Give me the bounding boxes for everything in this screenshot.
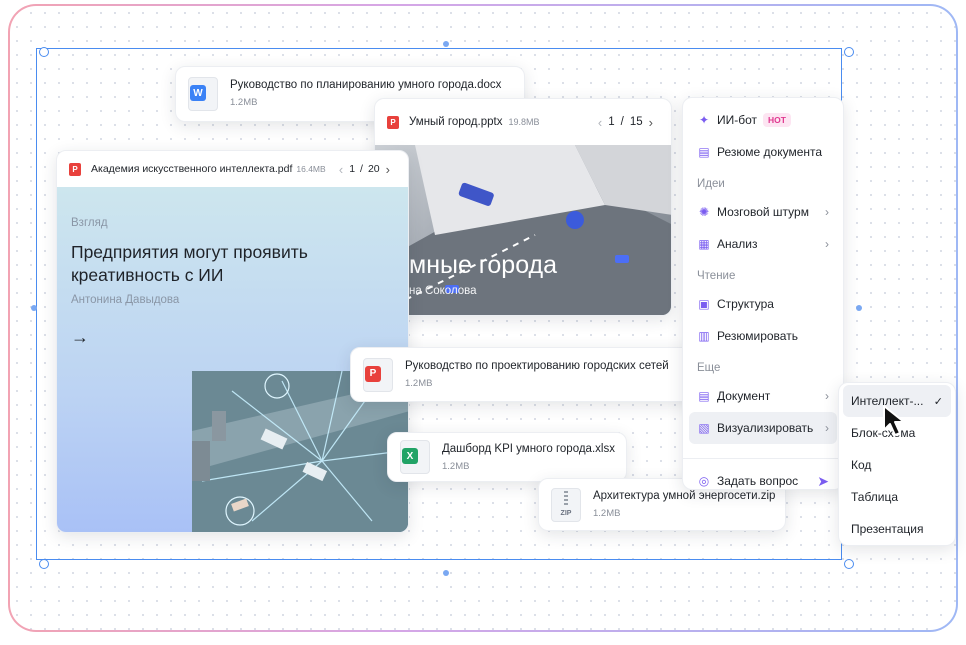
file-card-pdf[interactable]: P Руководство по проектированию городски… [350, 347, 695, 402]
submenu-item-code[interactable]: Код [843, 449, 951, 481]
prev-page-icon[interactable]: ‹ [592, 115, 608, 130]
menu-item-summary[interactable]: ▤ Резюме документа [689, 136, 837, 168]
slide-title: мные города [409, 251, 558, 279]
analysis-icon: ▦ [698, 237, 710, 251]
handle-left-middle[interactable] [31, 305, 37, 311]
pager: ‹ 1 / 15 › [592, 115, 659, 130]
file-card-xlsx[interactable]: X Дашборд KPI умного города.xlsx 1.2MB [387, 432, 627, 482]
pptx-file-icon: P [387, 115, 399, 129]
chevron-right-icon: › [825, 205, 829, 219]
summarize-icon: ▥ [698, 329, 710, 343]
menu-item-summarize[interactable]: ▥ Резюмировать [689, 320, 837, 352]
pptx-slide-image: мные города на Соколова [375, 145, 671, 315]
file-size: 1.2MB [405, 378, 433, 389]
menu-item-visualize[interactable]: ▧ Визуализировать › [689, 412, 837, 444]
submenu-item-table[interactable]: Таблица [843, 481, 951, 513]
send-icon[interactable]: ➤ [817, 473, 829, 490]
resize-handle-top-left[interactable] [39, 47, 49, 57]
pager: ‹ 1 / 20 › [333, 162, 396, 177]
viewer-size: 16.4MB [296, 164, 326, 174]
file-name: Дашборд KPI умного города.xlsx [442, 442, 615, 455]
menu-section-reading: Чтение [697, 270, 736, 282]
document-icon: ▤ [698, 145, 710, 159]
viewer-title: Академия искусственного интеллекта.pdf [91, 163, 293, 175]
bulb-icon: ✦ [698, 113, 710, 127]
pptx-viewer-header: P Умный город.pptx 19.8MB ‹ 1 / 15 › [375, 99, 671, 145]
menu-item-document[interactable]: ▤ Документ › [689, 380, 837, 412]
ask-question-input[interactable]: ◎ Задать вопрос ➤ [689, 465, 837, 497]
chevron-right-icon: › [825, 237, 829, 251]
pdf-viewer[interactable]: P Академия искусственного интеллекта.pdf… [56, 150, 409, 533]
prev-page-icon[interactable]: ‹ [333, 162, 349, 177]
viewer-title: Умный город.pptx [409, 116, 503, 128]
current-page: 1 [608, 116, 615, 128]
chevron-right-icon: › [825, 389, 829, 403]
excel-file-icon: X [400, 440, 430, 474]
handle-top-middle[interactable] [443, 41, 449, 47]
page-kicker: Взгляд [71, 217, 108, 229]
arrow-right-icon[interactable]: → [71, 327, 89, 348]
resize-handle-bottom-left[interactable] [39, 559, 49, 569]
visualize-icon: ▧ [698, 421, 710, 435]
pptx-viewer[interactable]: P Умный город.pptx 19.8MB ‹ 1 / 15 › мны… [374, 98, 672, 316]
document-icon: ▤ [698, 389, 710, 403]
menu-item-analysis[interactable]: ▦ Анализ › [689, 228, 837, 260]
handle-bottom-middle[interactable] [443, 570, 449, 576]
menu-item-ai-bot[interactable]: ✦ ИИ-бот HOT [689, 104, 837, 136]
menu-section-more: Еще [697, 362, 721, 374]
pdf-viewer-header: P Академия искусственного интеллекта.pdf… [57, 151, 408, 187]
total-pages: 20 [367, 163, 380, 175]
resize-handle-bottom-right[interactable] [844, 559, 854, 569]
zip-file-icon: ZIP [551, 487, 581, 522]
total-pages: 15 [629, 116, 643, 128]
structure-icon: ▣ [698, 297, 710, 311]
next-page-icon[interactable]: › [380, 162, 396, 177]
page-heading: Предприятия могут проявить креативность … [71, 242, 308, 285]
file-size: 1.2MB [593, 508, 621, 519]
slide-author: на Соколова [409, 285, 477, 297]
page-author: Антонина Давыдова [71, 294, 180, 306]
file-size: 1.2MB [442, 460, 470, 472]
next-page-icon[interactable]: › [643, 115, 659, 130]
word-file-icon: W [188, 77, 218, 111]
brainstorm-icon: ✺ [698, 205, 710, 219]
submenu-item-presentation[interactable]: Презентация [843, 513, 951, 545]
check-icon: ✓ [933, 395, 943, 408]
hot-badge: HOT [763, 113, 791, 127]
ai-menu: ✦ ИИ-бот HOT ▤ Резюме документа Идеи ✺ М… [682, 97, 844, 490]
menu-item-brainstorm[interactable]: ✺ Мозговой штурм › [689, 196, 837, 228]
ask-icon: ◎ [698, 474, 710, 488]
menu-section-ideas: Идеи [697, 178, 725, 190]
pdf-file-icon: P [69, 162, 81, 176]
mouse-cursor-icon [883, 405, 905, 436]
file-name: Руководство по проектированию городских … [405, 360, 669, 372]
current-page: 1 [349, 163, 356, 175]
file-name: Руководство по планированию умного город… [230, 78, 502, 91]
menu-item-structure[interactable]: ▣ Структура [689, 288, 837, 320]
handle-right-middle[interactable] [856, 305, 862, 311]
pdf-file-icon: P [363, 357, 393, 392]
chevron-right-icon: › [825, 421, 829, 435]
resize-handle-top-right[interactable] [844, 47, 854, 57]
viewer-size: 19.8MB [508, 117, 540, 127]
